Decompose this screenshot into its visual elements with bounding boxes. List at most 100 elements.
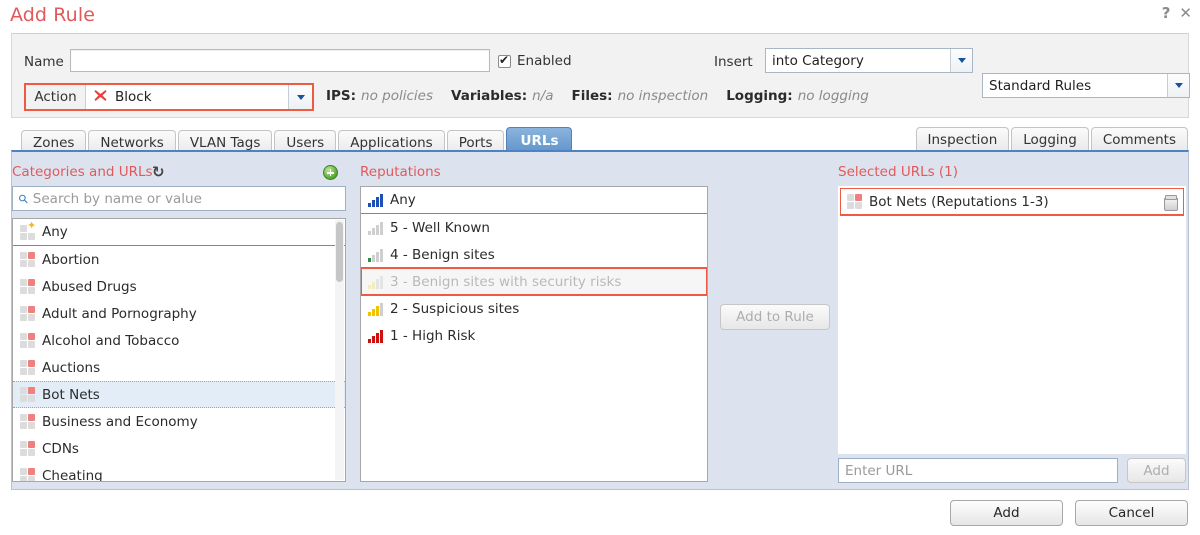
action-select[interactable]: Block — [86, 85, 312, 109]
insert-position-select[interactable]: into Category — [765, 48, 973, 73]
reputation-bars-icon — [368, 329, 383, 343]
list-item[interactable]: Auctions — [13, 354, 345, 381]
list-item[interactable]: Alcohol and Tobacco — [13, 327, 345, 354]
reputation-bars-icon — [368, 193, 383, 207]
category-icon — [20, 306, 35, 321]
meta-label-logging: Logging: — [726, 88, 793, 104]
reputation-label: Any — [390, 192, 416, 208]
category-icon — [20, 279, 35, 294]
reputations-list[interactable]: Any 5 - Well Known 4 - Benign sites 3 - … — [360, 186, 708, 482]
reputation-label: 5 - Well Known — [390, 219, 490, 236]
categories-scrollbar[interactable] — [335, 220, 344, 480]
reputation-bars-icon — [368, 248, 383, 262]
reputation-item-2[interactable]: 2 - Suspicious sites — [361, 295, 707, 322]
enabled-checkbox[interactable]: Enabled — [498, 53, 572, 69]
insert-category-select[interactable]: Standard Rules — [982, 73, 1190, 98]
insert-category-value: Standard Rules — [989, 77, 1092, 94]
reputation-item-3[interactable]: 3 - Benign sites with security risks — [361, 267, 707, 296]
rule-header-panel: Name Enabled Insert into Category Standa… — [11, 33, 1190, 118]
add-button[interactable]: Add — [950, 500, 1063, 526]
add-to-rule-button[interactable]: Add to Rule — [720, 304, 830, 330]
add-category-icon[interactable] — [323, 165, 338, 180]
category-icon — [20, 468, 35, 481]
meta-value-ips: no policies — [361, 88, 433, 104]
tab-logging[interactable]: Logging — [1011, 127, 1089, 151]
trash-icon[interactable] — [1164, 194, 1178, 211]
name-label: Name — [24, 54, 64, 70]
tab-comments[interactable]: Comments — [1090, 127, 1188, 151]
category-icon — [20, 441, 35, 456]
category-icon — [20, 252, 35, 267]
category-icon — [20, 414, 35, 429]
chevron-down-icon[interactable] — [288, 85, 312, 109]
name-input[interactable] — [70, 49, 490, 72]
list-item[interactable]: Abused Drugs — [13, 273, 345, 300]
scrollbar-thumb[interactable] — [336, 222, 343, 282]
categories-panel-title: Categories and URLs — [12, 164, 153, 180]
list-item-label: Abused Drugs — [42, 278, 137, 295]
chevron-down-icon[interactable] — [1167, 74, 1189, 97]
list-item-label: CDNs — [42, 440, 79, 457]
meta-label-ips: IPS: — [326, 88, 357, 104]
block-x-icon — [93, 88, 108, 106]
cancel-button[interactable]: Cancel — [1075, 500, 1188, 526]
meta-value-files: no inspection — [617, 88, 709, 104]
action-field[interactable]: Action Block — [24, 83, 314, 111]
list-item[interactable]: Adult and Pornography — [13, 300, 345, 327]
reputations-panel-title: Reputations — [360, 164, 441, 180]
reputation-item-any[interactable]: Any — [361, 187, 707, 214]
dialog-titlebar: Add Rule ? ✕ — [0, 0, 1200, 33]
selected-urls-panel-title: Selected URLs (1) — [838, 164, 959, 180]
list-item-label: Alcohol and Tobacco — [42, 332, 180, 349]
reputation-bars-icon — [368, 302, 383, 316]
action-label: Action — [26, 85, 86, 109]
list-item-label: Cheating — [42, 467, 103, 482]
url-input[interactable] — [838, 458, 1118, 483]
add-url-button[interactable]: Add — [1127, 458, 1186, 483]
meta-value-logging: no logging — [797, 88, 869, 104]
refresh-icon[interactable]: ↻ — [152, 163, 165, 181]
insert-position-value: into Category — [772, 52, 864, 69]
list-item[interactable]: Any — [13, 219, 345, 246]
meta-label-files: Files: — [571, 88, 613, 104]
categories-list[interactable]: Any Abortion Abused Drugs Adult and Porn… — [12, 218, 346, 482]
reputation-item-4[interactable]: 4 - Benign sites — [361, 241, 707, 268]
search-icon: ⚲ — [15, 190, 32, 207]
selected-url-item[interactable]: Bot Nets (Reputations 1-3) — [840, 188, 1184, 216]
reputation-item-1[interactable]: 1 - High Risk — [361, 322, 707, 349]
list-item-bot-nets[interactable]: Bot Nets — [13, 381, 345, 408]
chevron-down-icon[interactable] — [950, 49, 972, 72]
search-input[interactable]: ⚲ Search by name or value — [12, 186, 346, 211]
reputation-item-5[interactable]: 5 - Well Known — [361, 214, 707, 241]
list-item[interactable]: CDNs — [13, 435, 345, 462]
page-title: Add Rule — [10, 4, 95, 26]
any-category-icon — [20, 220, 36, 240]
search-placeholder: Search by name or value — [32, 190, 202, 207]
category-icon — [20, 360, 35, 375]
meta-label-variables: Variables: — [451, 88, 528, 104]
reputation-label: 1 - High Risk — [390, 327, 476, 344]
list-item[interactable]: Cheating — [13, 462, 345, 482]
dialog-footer: Add Cancel — [950, 500, 1188, 526]
list-item-label: Auctions — [42, 359, 101, 376]
action-value: Block — [115, 89, 152, 105]
list-item[interactable]: Business and Economy — [13, 408, 345, 435]
meta-value-variables: n/a — [532, 88, 554, 104]
titlebar-tools: ? ✕ — [1162, 6, 1192, 21]
rule-meta-summary: IPS: no policies Variables: n/a Files: n… — [326, 88, 882, 104]
checkbox-icon[interactable] — [498, 53, 511, 68]
selected-url-label: Bot Nets (Reputations 1-3) — [869, 193, 1049, 210]
tab-inspection[interactable]: Inspection — [915, 127, 1010, 151]
selected-urls-list[interactable]: Bot Nets (Reputations 1-3) — [838, 186, 1186, 454]
list-item-label: Any — [42, 224, 68, 240]
reputation-label: 4 - Benign sites — [390, 246, 495, 263]
list-item-label: Business and Economy — [42, 413, 198, 430]
close-icon[interactable]: ✕ — [1179, 6, 1192, 21]
secondary-tabs: Inspection Logging Comments — [914, 127, 1188, 151]
list-item[interactable]: Abortion — [13, 246, 345, 273]
help-icon[interactable]: ? — [1162, 6, 1171, 21]
list-item-label: Bot Nets — [42, 386, 100, 403]
category-icon — [20, 387, 35, 402]
reputation-bars-icon — [368, 275, 383, 289]
list-item-label: Adult and Pornography — [42, 305, 197, 322]
